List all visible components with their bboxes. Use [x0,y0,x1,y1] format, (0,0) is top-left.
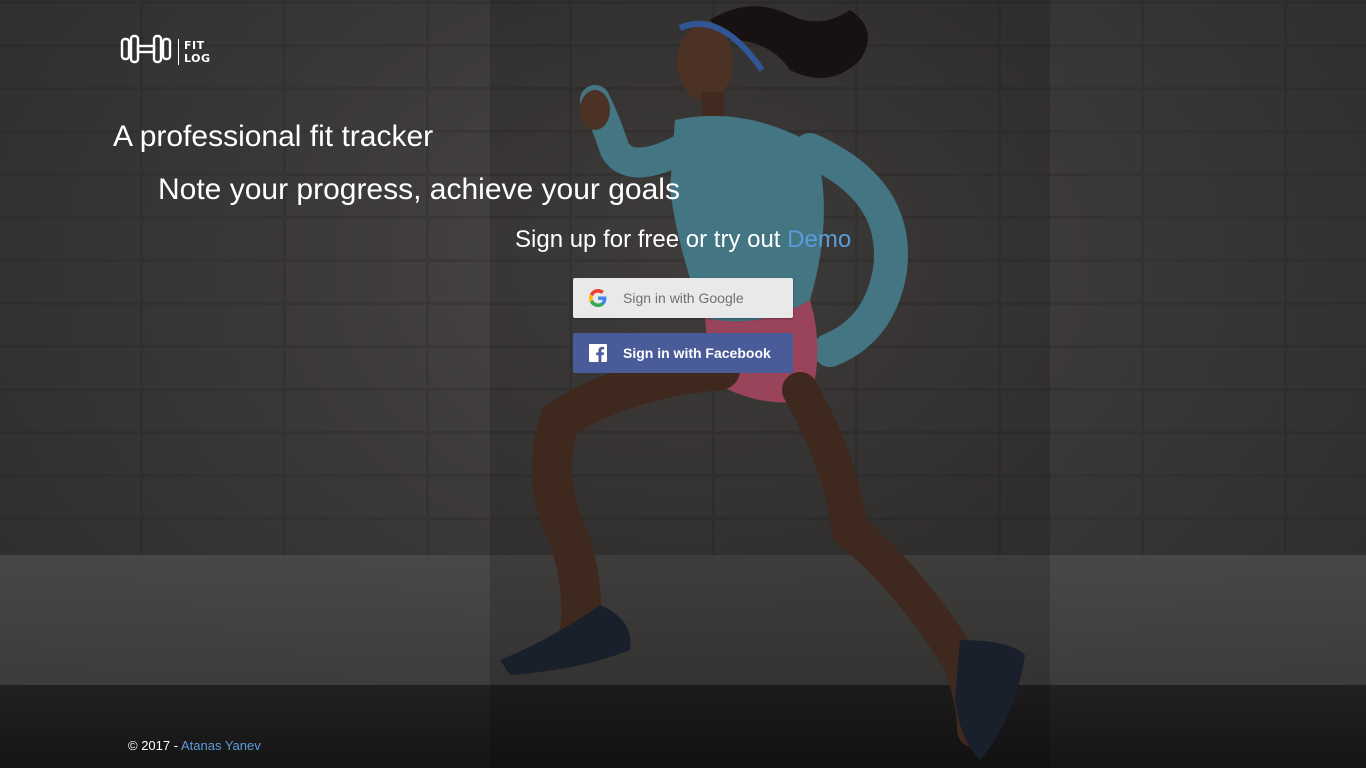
app-logo[interactable]: FIT LOG [120,33,211,70]
footer: © 2017 - Atanas Yanev [128,738,261,753]
page-title: A professional fit tracker [113,120,434,153]
logo-text-top: FIT [184,38,205,52]
author-link[interactable]: Atanas Yanev [181,738,261,753]
page-subtitle: Note your progress, achieve your goals [158,173,680,206]
dumbbell-icon [120,33,172,70]
runner-figure [490,0,1050,768]
facebook-icon [573,344,623,362]
google-signin-button[interactable]: Sign in with Google [573,278,793,318]
logo-wordmark: FIT LOG [178,38,211,65]
google-signin-label: Sign in with Google [623,290,744,306]
google-icon [573,289,623,307]
logo-text-bottom: LOG [184,51,211,65]
demo-link[interactable]: Demo [787,226,851,253]
footer-copyright: © 2017 - [128,738,179,753]
signup-prompt: Sign up for free or try out Demo [515,226,851,254]
facebook-signin-button[interactable]: Sign in with Facebook [573,333,793,373]
facebook-signin-label: Sign in with Facebook [623,345,771,361]
signup-prompt-text: Sign up for free or try out [515,226,781,253]
